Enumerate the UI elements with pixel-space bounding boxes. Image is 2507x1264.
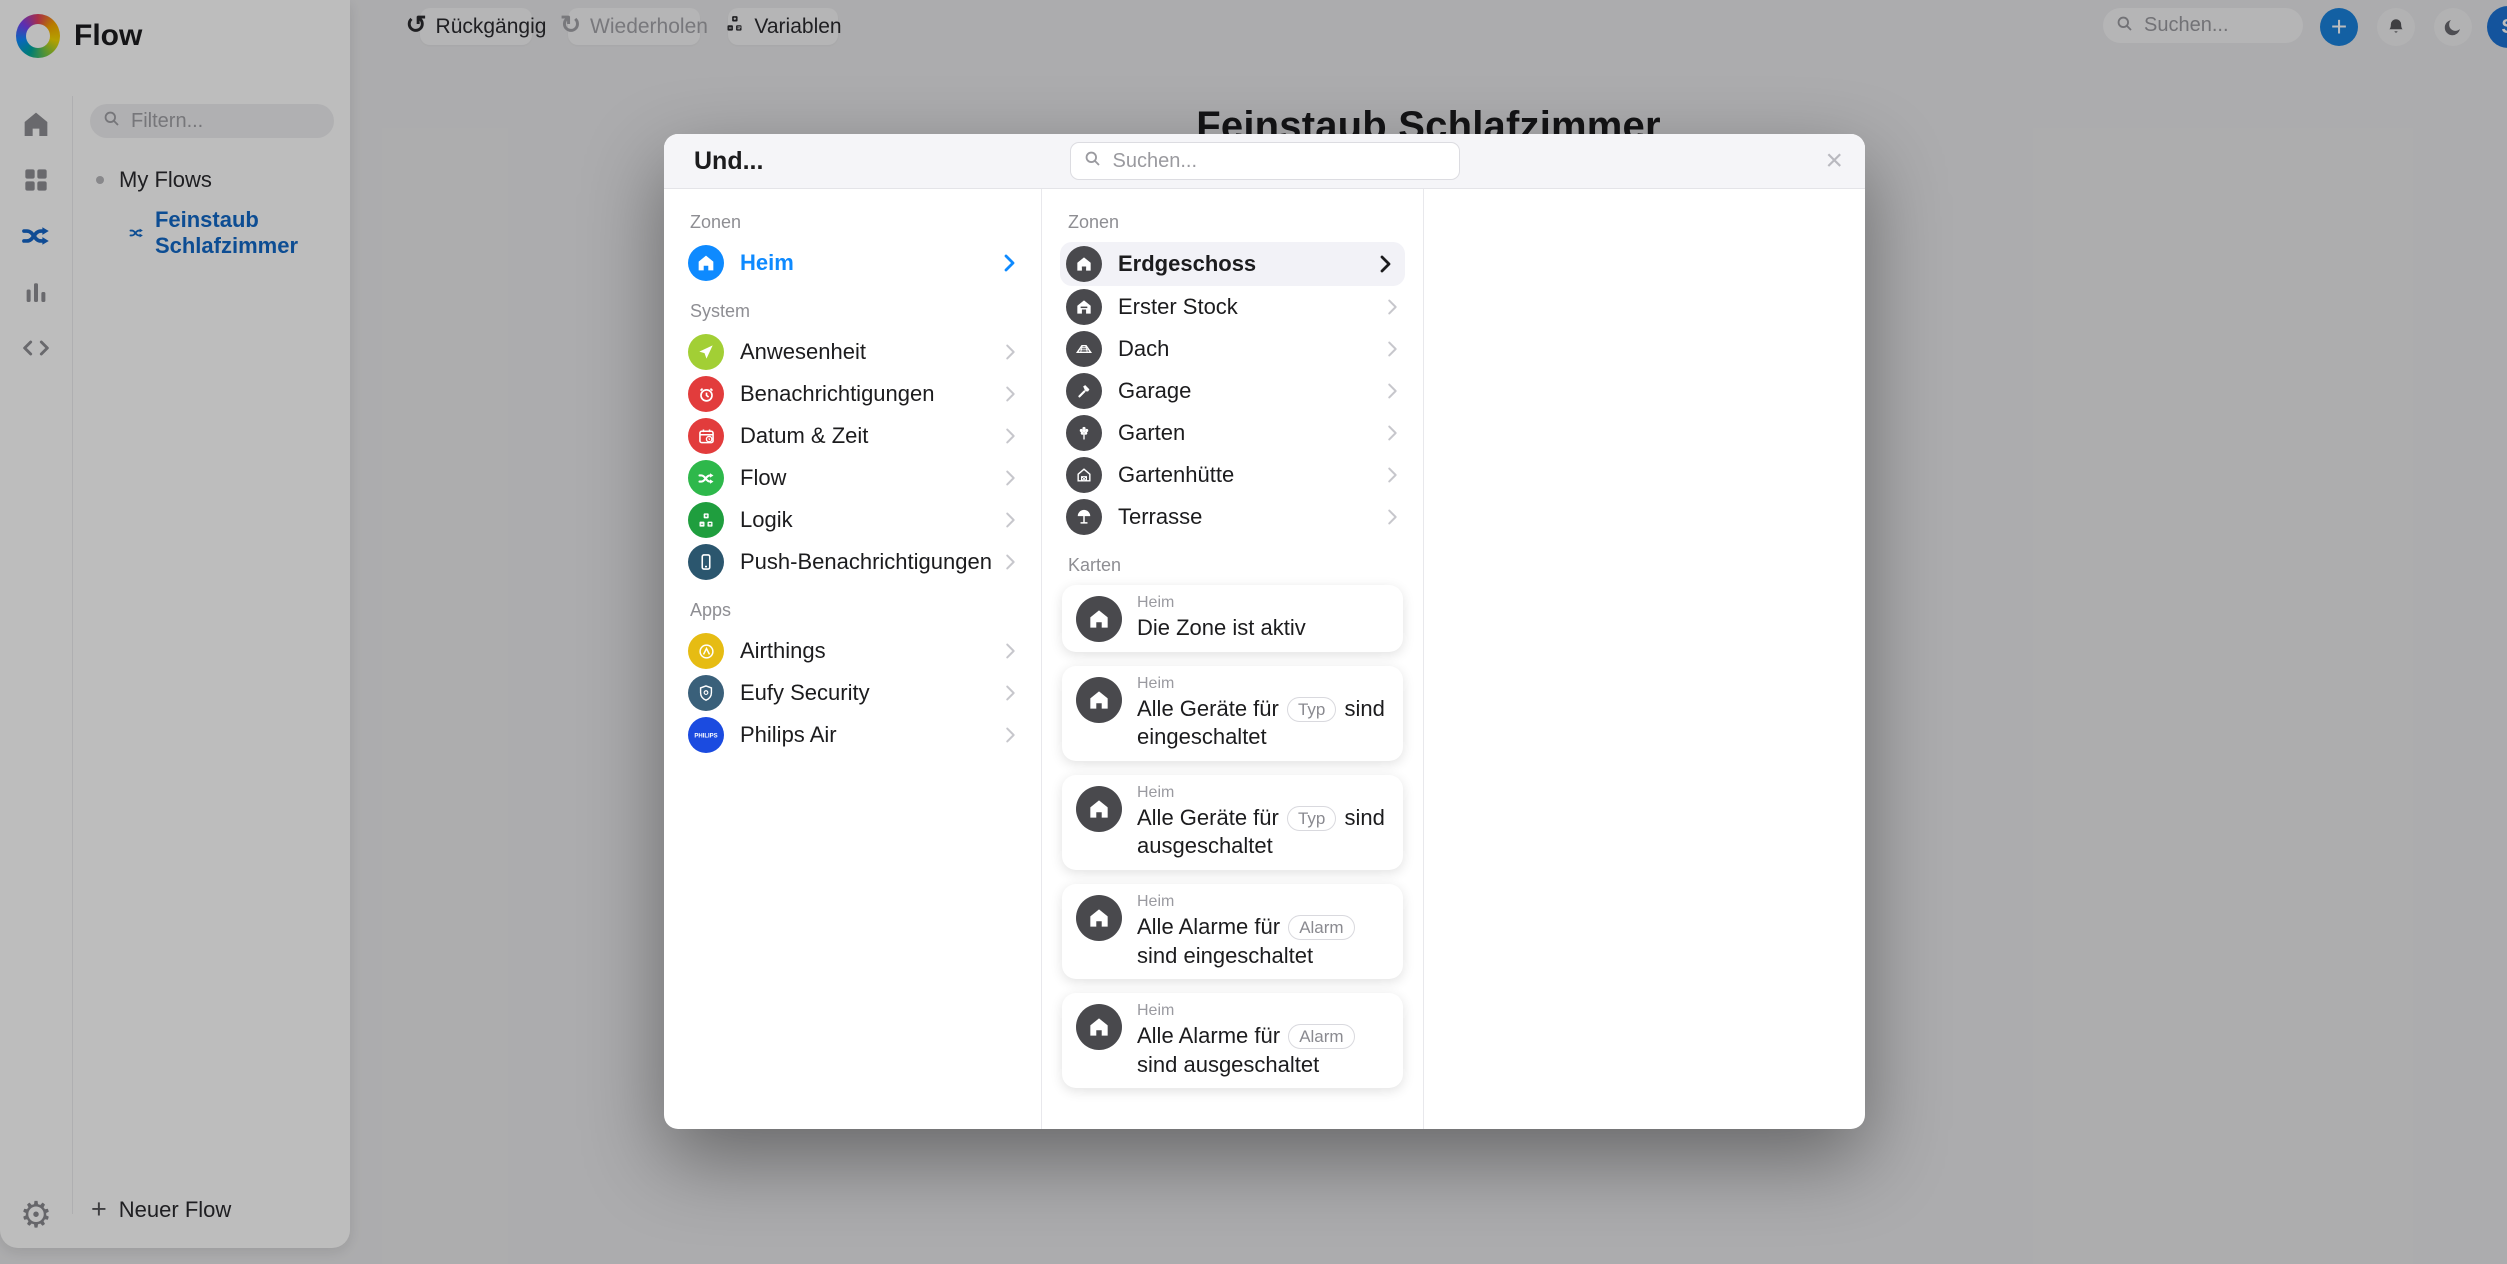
roof-icon [1066,331,1102,367]
token-chip[interactable]: Alarm [1288,915,1354,940]
zone-column: Zonen Erdgeschoss Erster Stock [1042,189,1424,1129]
chevron-right-icon [1381,422,1403,444]
zone-item-garage[interactable]: Garage [1042,370,1423,412]
home-icon [1076,596,1122,642]
category-item-philips-air[interactable]: PHILIPS Philips Air [664,714,1041,756]
chevron-right-icon [1381,506,1403,528]
zone-item-erdgeschoss[interactable]: Erdgeschoss [1060,242,1405,286]
modal-header: Und... × [664,134,1865,189]
logic-blocks-icon [688,502,724,538]
modal-search-input[interactable] [1111,149,1415,174]
section-label: Zonen [1068,212,1423,233]
hammer-icon [1066,373,1102,409]
condition-card-zone-aktiv[interactable]: Heim Die Zone ist aktiv [1062,585,1403,652]
chevron-right-icon [999,383,1021,405]
home-icon [1076,786,1122,832]
category-item-anwesenheit[interactable]: Anwesenheit [664,331,1041,373]
condition-card-alarme-ausgeschaltet[interactable]: Heim Alle Alarme für Alarm sind ausgesch… [1062,993,1403,1088]
first-floor-icon [1066,289,1102,325]
chevron-right-icon [1381,380,1403,402]
category-item-heim[interactable]: Heim [664,242,1041,284]
close-icon[interactable]: × [1825,146,1843,176]
alarm-bell-icon [688,376,724,412]
flow-icon [688,460,724,496]
category-item-eufy-security[interactable]: Eufy Security [664,672,1041,714]
svg-text:PHILIPS: PHILIPS [694,734,717,740]
category-item-flow[interactable]: Flow [664,457,1041,499]
home-icon [1076,895,1122,941]
zone-item-gartenhuette[interactable]: Gartenhütte [1042,454,1423,496]
home-icon [1076,1004,1122,1050]
zone-item-garten[interactable]: Garten [1042,412,1423,454]
card-list: Heim Die Zone ist aktiv Heim Alle Geräte… [1042,585,1423,1088]
umbrella-icon [1066,499,1102,535]
chevron-right-icon [999,551,1021,573]
chevron-right-icon [999,724,1021,746]
category-item-airthings[interactable]: Airthings [664,630,1041,672]
condition-card-alarme-eingeschaltet[interactable]: Heim Alle Alarme für Alarm sind eingesch… [1062,884,1403,979]
chevron-right-icon [999,341,1021,363]
condition-card-geraete-ausgeschaltet[interactable]: Heim Alle Geräte für Typ sind ausgeschal… [1062,775,1403,870]
calendar-clock-icon [688,418,724,454]
airthings-logo-icon [688,633,724,669]
presence-icon [688,334,724,370]
philips-logo-icon: PHILIPS [688,717,724,753]
category-item-datum-zeit[interactable]: Datum & Zeit [664,415,1041,457]
section-label: Karten [1068,555,1423,576]
chevron-right-icon [999,425,1021,447]
chevron-right-icon [1373,252,1397,276]
section-label: System [690,301,1041,322]
chevron-right-icon [999,509,1021,531]
chevron-right-icon [1381,338,1403,360]
chevron-right-icon [1381,464,1403,486]
category-item-push-benachrichtigungen[interactable]: Push-Benachrichtigungen [664,541,1041,583]
token-chip[interactable]: Alarm [1288,1024,1354,1049]
zone-item-terrasse[interactable]: Terrasse [1042,496,1423,538]
modal-search[interactable] [1070,142,1460,180]
category-item-logik[interactable]: Logik [664,499,1041,541]
home-icon [688,245,724,281]
token-chip[interactable]: Typ [1287,697,1336,722]
chevron-right-icon [999,467,1021,489]
chevron-right-icon [999,640,1021,662]
token-chip[interactable]: Typ [1287,806,1336,831]
chevron-right-icon [997,251,1021,275]
modal-title: Und... [694,147,763,176]
zone-item-erster-stock[interactable]: Erster Stock [1042,286,1423,328]
detail-column [1424,189,1865,1129]
card-picker-modal: Und... × Zonen Heim [664,134,1865,1129]
condition-card-geraete-eingeschaltet[interactable]: Heim Alle Geräte für Typ sind eingeschal… [1062,666,1403,761]
shed-icon [1066,457,1102,493]
section-label: Zonen [690,212,1041,233]
search-icon [1083,149,1102,173]
section-label: Apps [690,600,1041,621]
chevron-right-icon [999,682,1021,704]
phone-icon [688,544,724,580]
chevron-right-icon [1381,296,1403,318]
category-column: Zonen Heim System Anwesenheit [664,189,1042,1129]
shield-icon [688,675,724,711]
category-item-benachrichtigungen[interactable]: Benachrichtigungen [664,373,1041,415]
home-icon [1076,677,1122,723]
flower-icon [1066,415,1102,451]
ground-floor-icon [1066,246,1102,282]
zone-item-dach[interactable]: Dach [1042,328,1423,370]
